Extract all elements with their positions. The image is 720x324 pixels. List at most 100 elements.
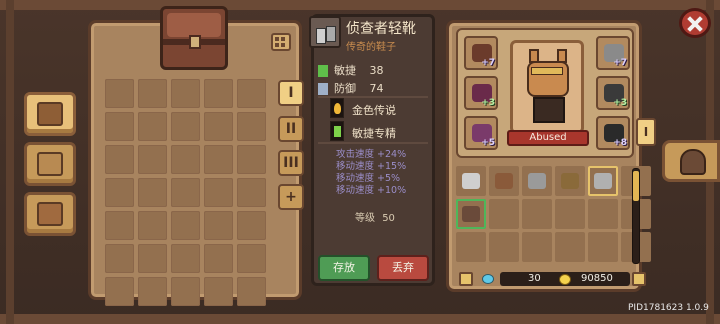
character-portrait	[510, 40, 584, 134]
equip-slot-feet[interactable]: +8	[596, 116, 630, 150]
inventory-slot[interactable]	[456, 166, 486, 196]
storage-slot[interactable]	[204, 211, 233, 240]
boots-icon	[462, 206, 480, 222]
tab-page-1[interactable]: I	[278, 80, 304, 106]
nav-shop-button[interactable]	[24, 192, 76, 236]
upgrade-level: +7	[481, 58, 495, 68]
boots-icon	[309, 16, 341, 48]
inventory-slot[interactable]	[456, 232, 486, 262]
item-name: 侦查者轻靴	[346, 21, 416, 37]
inventory-slot[interactable]	[489, 232, 519, 262]
equip-slot-chest[interactable]: +3	[464, 76, 498, 110]
nav-scroll-button[interactable]	[24, 142, 76, 186]
storage-slot[interactable]	[105, 211, 134, 240]
top-bar	[0, 0, 720, 10]
storage-slot[interactable]	[138, 112, 167, 141]
storage-slot[interactable]	[105, 178, 134, 207]
tab-page-3[interactable]: III	[278, 150, 304, 176]
storage-slot[interactable]	[204, 178, 233, 207]
storage-slot[interactable]	[138, 79, 167, 108]
storage-slot[interactable]	[138, 277, 167, 306]
storage-slot[interactable]	[138, 211, 167, 240]
equip-slot-hands[interactable]: +5	[464, 116, 498, 150]
storage-slot[interactable]	[204, 145, 233, 174]
discard-button[interactable]: 丢弃	[377, 255, 429, 281]
inventory-slot[interactable]	[522, 199, 552, 229]
boots-icon	[528, 173, 546, 189]
level-value: 50	[382, 213, 395, 224]
inventory-slot[interactable]	[555, 232, 585, 262]
inventory-grid	[456, 166, 651, 262]
equip-slot-accessory[interactable]: +3	[596, 76, 630, 110]
equip-slot-head[interactable]: +7	[464, 36, 498, 70]
shop-icon[interactable]	[632, 272, 646, 286]
tab-add-page[interactable]: +	[278, 184, 304, 210]
item-rarity: 传奇的鞋子	[346, 42, 396, 53]
storage-slot[interactable]	[204, 277, 233, 306]
storage-slot[interactable]	[237, 178, 266, 207]
storage-slot[interactable]	[171, 277, 200, 306]
scrollbar-thumb[interactable]	[633, 171, 639, 201]
inventory-slot[interactable]	[456, 199, 486, 229]
storage-slot[interactable]	[171, 79, 200, 108]
upgrade-level: +8	[613, 138, 627, 148]
close-button[interactable]	[679, 8, 711, 38]
perk-label: 金色传说	[352, 104, 396, 117]
storage-slot[interactable]	[138, 145, 167, 174]
storage-slot[interactable]	[138, 244, 167, 273]
storage-slot[interactable]	[105, 145, 134, 174]
storage-slot[interactable]	[171, 145, 200, 174]
horn-icon	[495, 173, 513, 189]
inventory-slot[interactable]	[588, 232, 618, 262]
inventory-slot[interactable]	[489, 199, 519, 229]
store-button[interactable]: 存放	[318, 255, 370, 281]
storage-slot[interactable]	[204, 112, 233, 141]
stat-agility: 敏捷 38	[318, 62, 384, 78]
storage-slot[interactable]	[105, 79, 134, 108]
divider	[318, 142, 428, 144]
storage-slot[interactable]	[204, 244, 233, 273]
tab-page-2[interactable]: II	[278, 116, 304, 142]
character-name: Abused	[507, 130, 589, 146]
storage-slot[interactable]	[237, 112, 266, 141]
agility-perk-icon	[330, 121, 344, 141]
storage-chest-icon	[160, 6, 228, 70]
bonus-line: 移动速度 +10%	[336, 185, 407, 196]
equip-slot-weapon[interactable]: +7	[596, 36, 630, 70]
storage-slot[interactable]	[171, 178, 200, 207]
stat-label: 防御	[334, 82, 356, 95]
build-id: PID1781623 1.0.9	[628, 303, 709, 313]
storage-grid	[105, 79, 266, 306]
lock-icon[interactable]	[459, 272, 473, 286]
chest-icon	[37, 102, 63, 126]
storage-slot[interactable]	[237, 79, 266, 108]
inventory-slot[interactable]	[489, 166, 519, 196]
inventory-slot-selected[interactable]	[588, 166, 618, 196]
storage-slot[interactable]	[105, 244, 134, 273]
level-label: 等级	[355, 213, 375, 224]
inventory-slot[interactable]	[522, 166, 552, 196]
storage-slot[interactable]	[237, 244, 266, 273]
inventory-slot[interactable]	[555, 166, 585, 196]
storage-slot[interactable]	[237, 145, 266, 174]
upgrade-level: +3	[481, 98, 495, 108]
helmet-tab-button[interactable]	[662, 140, 720, 182]
storage-slot[interactable]	[105, 112, 134, 141]
inventory-slot[interactable]	[522, 232, 552, 262]
storage-slot[interactable]	[237, 211, 266, 240]
storage-slot[interactable]	[138, 178, 167, 207]
boots-icon	[561, 173, 579, 189]
inventory-slot[interactable]	[588, 199, 618, 229]
sort-button[interactable]	[271, 33, 291, 51]
storage-slot[interactable]	[237, 277, 266, 306]
inventory-scrollbar[interactable]	[632, 168, 640, 264]
nav-storage-button[interactable]	[24, 92, 76, 136]
storage-slot[interactable]	[171, 112, 200, 141]
storage-slot[interactable]	[171, 244, 200, 273]
inventory-slot[interactable]	[555, 199, 585, 229]
side-tab[interactable]: I	[636, 118, 656, 146]
storage-slot[interactable]	[204, 79, 233, 108]
coin-icon	[559, 274, 571, 285]
storage-slot[interactable]	[105, 277, 134, 306]
storage-slot[interactable]	[171, 211, 200, 240]
